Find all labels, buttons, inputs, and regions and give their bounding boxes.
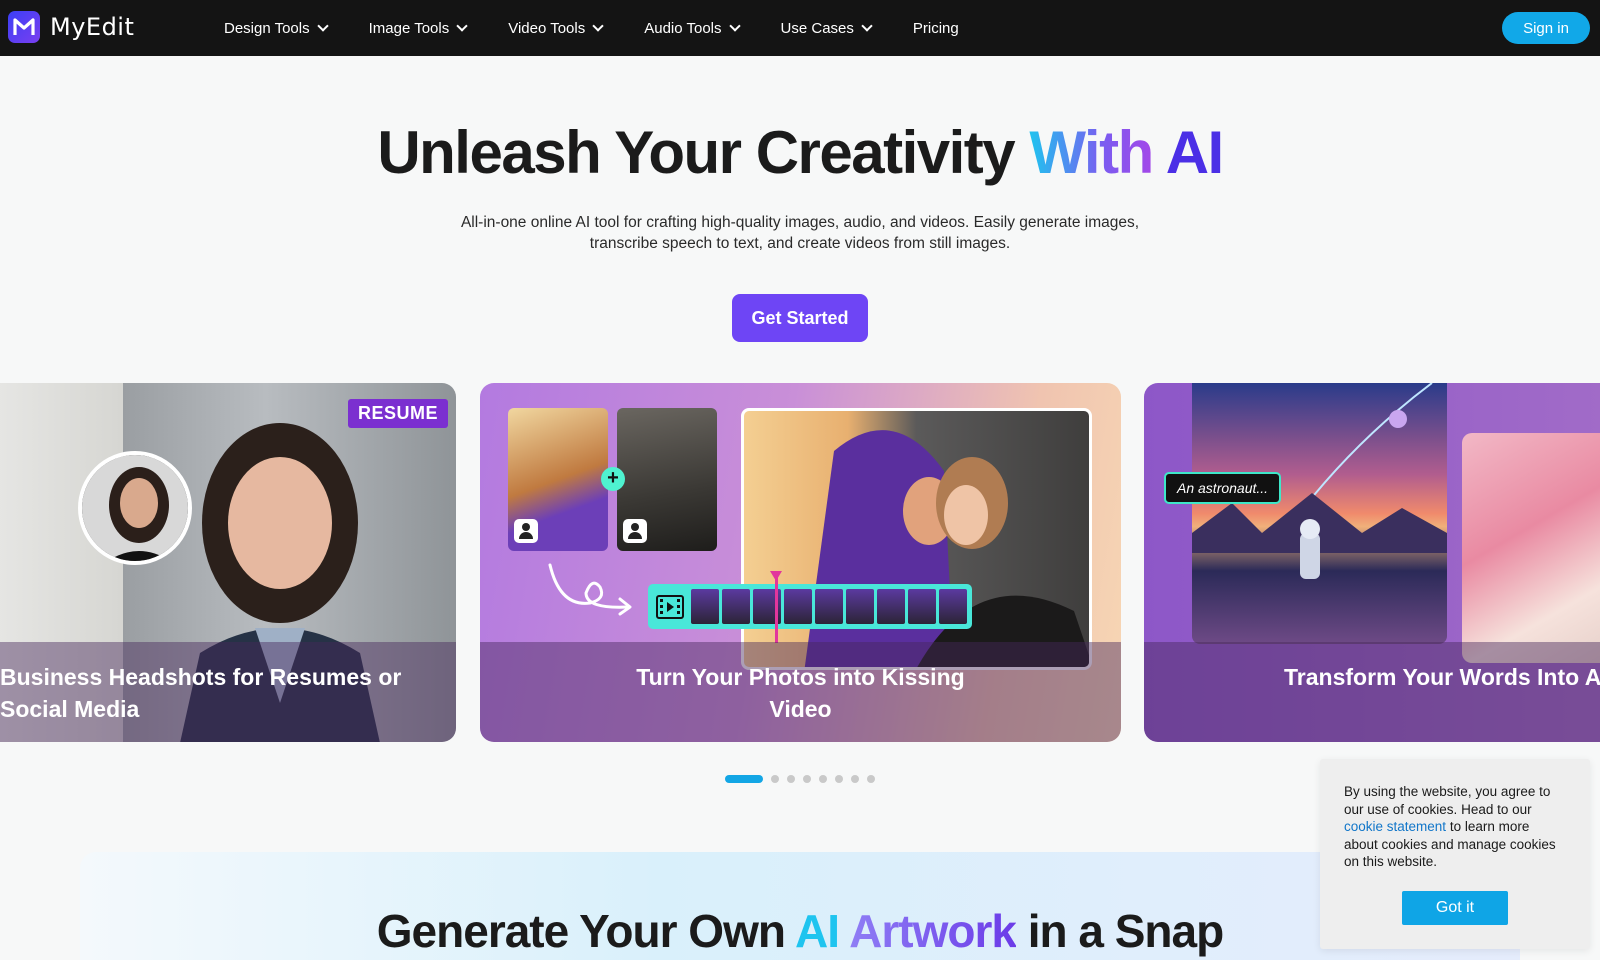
- chevron-down-icon: [316, 20, 329, 32]
- carousel-dot-6[interactable]: [835, 775, 843, 783]
- astronaut-art-image: [1192, 383, 1447, 644]
- artwork-title-post: in a Snap: [1027, 905, 1224, 957]
- card-title: Turn Your Photos into Kissing Video: [636, 664, 965, 722]
- carousel-dot-8[interactable]: [867, 775, 875, 783]
- chevron-down-icon: [592, 20, 604, 32]
- menu-label: Design Tools: [224, 19, 310, 37]
- curved-arrow-icon: [548, 563, 632, 616]
- chevron-down-icon: [728, 20, 741, 32]
- timeline-frame: [908, 589, 936, 624]
- timeline-frame: [691, 589, 719, 624]
- cookie-accept-button[interactable]: Got it: [1402, 891, 1508, 925]
- hero-title: Unleash Your Creativity With AI: [0, 118, 1600, 187]
- artwork-title-pre: Generate Your Own: [376, 905, 786, 957]
- hero-title-ai: AI: [1165, 119, 1225, 186]
- menu-design-tools[interactable]: Design Tools: [224, 19, 329, 37]
- timeline-frame: [846, 589, 874, 624]
- carousel-dot-5[interactable]: [819, 775, 827, 783]
- main-menu: Design Tools Image Tools Video Tools Aud…: [224, 0, 1001, 56]
- myedit-logo-icon: [8, 11, 40, 43]
- menu-audio-tools[interactable]: Audio Tools: [644, 19, 741, 37]
- cookie-text-before: By using the website, you agree to our u…: [1344, 784, 1551, 817]
- menu-use-cases[interactable]: Use Cases: [780, 19, 873, 37]
- carousel-dot-1[interactable]: [725, 775, 763, 783]
- carousel-dot-7[interactable]: [851, 775, 859, 783]
- get-started-button[interactable]: Get Started: [732, 294, 868, 342]
- card-title: Transform Your Words Into Amazing Art: [1284, 664, 1600, 690]
- carousel-card-text-to-art[interactable]: An astronaut... Transform Your Words Int…: [1144, 383, 1600, 742]
- menu-label: Use Cases: [780, 19, 854, 37]
- timeline-frame: [722, 589, 750, 624]
- artwork-title-ai: AI: [795, 905, 840, 957]
- headshot-avatar: [78, 451, 192, 565]
- resume-badge: RESUME: [348, 399, 449, 428]
- chevron-down-icon: [861, 20, 873, 32]
- menu-image-tools[interactable]: Image Tools: [368, 19, 468, 37]
- hero-subtitle: All-in-one online AI tool for crafting h…: [460, 214, 1140, 252]
- cookie-banner: By using the website, you agree to our u…: [1320, 759, 1590, 949]
- plus-icon: +: [601, 467, 625, 491]
- sign-in-button[interactable]: Sign in: [1502, 12, 1590, 44]
- prompt-tag: An astronaut...: [1164, 472, 1282, 504]
- carousel-dot-3[interactable]: [787, 775, 795, 783]
- carousel-pagination: [725, 775, 875, 783]
- cookie-text: By using the website, you agree to our u…: [1344, 783, 1566, 871]
- carousel-dot-2[interactable]: [771, 775, 779, 783]
- menu-label: Pricing: [912, 19, 959, 37]
- cookie-statement-link[interactable]: cookie statement: [1344, 819, 1446, 834]
- user-icon: [514, 519, 538, 543]
- top-navbar: MyEdit Design Tools Image Tools Video To…: [0, 0, 1600, 56]
- menu-label: Video Tools: [508, 19, 586, 37]
- hero-title-with: With: [1029, 119, 1154, 186]
- kissing-video-preview: [741, 408, 1092, 670]
- source-photo-man: [508, 408, 608, 551]
- user-icon: [623, 519, 647, 543]
- card-title: Business Headshots for Resumes or Social…: [0, 664, 402, 722]
- perfume-art-image: [1462, 433, 1600, 663]
- timeline-playhead: [770, 571, 782, 643]
- hero-title-main: Unleash Your Creativity: [377, 119, 1015, 186]
- brand-name: MyEdit: [50, 13, 135, 41]
- menu-pricing[interactable]: Pricing: [913, 20, 959, 37]
- artwork-title-artwork: Artwork: [849, 905, 1017, 957]
- timeline-frame: [784, 589, 812, 624]
- timeline-frame: [939, 589, 967, 624]
- menu-video-tools[interactable]: Video Tools: [508, 19, 604, 37]
- timeline-frame: [877, 589, 905, 624]
- carousel-dot-4[interactable]: [803, 775, 811, 783]
- chevron-down-icon: [456, 20, 468, 32]
- timeline-frame: [815, 589, 843, 624]
- video-timeline: [648, 584, 972, 629]
- film-icon: [652, 588, 688, 625]
- source-photo-woman: [617, 408, 717, 551]
- carousel-card-kissing-video[interactable]: + Turn Your Photos into Kissing Video: [480, 383, 1121, 742]
- menu-label: Image Tools: [368, 19, 450, 37]
- myedit-logo[interactable]: MyEdit: [8, 11, 134, 43]
- menu-label: Audio Tools: [644, 19, 722, 37]
- carousel-card-headshots[interactable]: RESUME Business Headshots for Resumes or…: [0, 383, 456, 742]
